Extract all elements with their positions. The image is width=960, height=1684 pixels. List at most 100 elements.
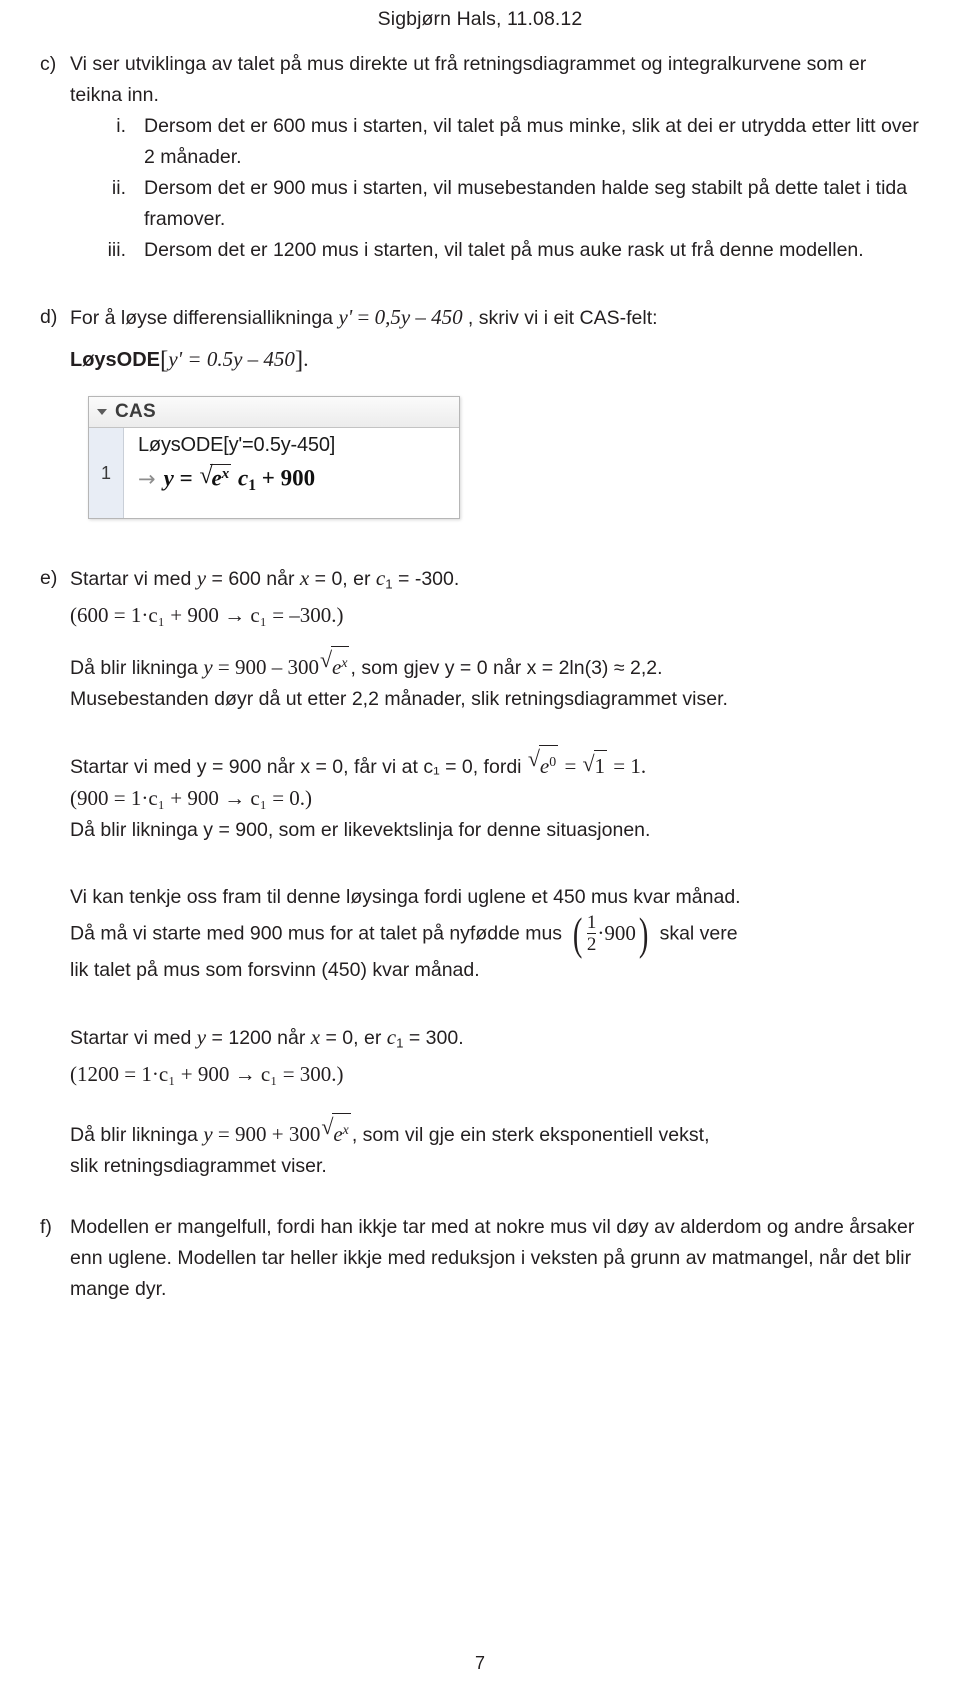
list-item-marker: iii.	[107, 239, 126, 261]
section-d-text-after: , skriv vi i eit CAS-felt:	[467, 307, 658, 329]
section-c-marker: c)	[40, 53, 57, 75]
section-d-command-line: LøysODE[y' = 0.5y – 450].	[40, 344, 920, 376]
section-c-intro: Vi ser utviklinga av talet på mus direkt…	[70, 53, 867, 106]
radicand-exponent: x	[221, 465, 230, 482]
text-fragment: Startar vi med y = 900 når x = 0, får vi…	[70, 755, 522, 778]
section-e-case900-result: Då blir likninga y = 900, som er likevek…	[70, 818, 651, 841]
section-c: c) Vi ser utviklinga av talet på mus dir…	[40, 49, 920, 111]
variable-y: y	[196, 566, 207, 590]
equation-rhs: 0,5y – 450	[374, 305, 463, 329]
output-equals: =	[179, 465, 193, 491]
section-e-case600-result-line: Då blir likninga y = 900 – 300ex, som gj…	[40, 644, 920, 684]
fraction-factor: 900	[604, 921, 636, 946]
list-item: i. Dersom det er 600 mus i starten, vil …	[64, 111, 920, 173]
section-f: f) Modellen er mangelfull, fordi han ikk…	[40, 1212, 920, 1305]
fraction-denominator: 2	[586, 933, 597, 956]
cas-output-row: → y = ex c1 + 900	[138, 462, 449, 495]
section-d-text-before: For å løyse differensiallikninga	[70, 307, 334, 329]
section-e-case900-calc: (900 = 1·c₁ + 900 → c₁ = 0.)	[70, 783, 312, 815]
command-name: LøysODE	[70, 349, 161, 371]
bracket-close: ]	[294, 347, 304, 374]
list-item-text: Dersom det er 900 mus i starten, vil mus…	[144, 177, 908, 230]
section-e-marker: e)	[40, 567, 58, 589]
output-coefficient: c	[238, 465, 249, 491]
section-d-marker: d)	[40, 306, 58, 328]
section-d-equation: y' = 0,5y – 450	[338, 305, 467, 329]
cas-output-expression: y = ex c1 + 900	[163, 462, 316, 495]
text-fragment: = 0, er	[309, 568, 376, 590]
explanation-line-3: lik talet på mus som forsvinn (450) kvar…	[70, 959, 480, 982]
section-e-case900-intro: Startar vi med y = 900 når x = 0, får vi…	[70, 743, 646, 783]
fraction-group: ( 1 2 · 900 )	[570, 907, 651, 959]
section-e-case600-line1: Startar vi med y = 600 når x = 0, er c1 …	[70, 563, 459, 600]
section-e-case600-result: Då blir likninga y = 900 – 300ex, som gj…	[70, 644, 663, 684]
section-e-case1200-result-line2: slik retningsdiagrammet viser.	[40, 1151, 920, 1182]
text-fragment: , som vil gje ein sterk eksponentiell ve…	[351, 1123, 710, 1146]
page-number: 7	[474, 1653, 485, 1673]
cas-body: 1 LøysODE[y'=0.5y-450] → y = ex c1 + 900	[89, 428, 459, 518]
output-coefficient-subscript: 1	[248, 476, 257, 494]
text-fragment: Startar vi med	[70, 568, 197, 590]
list-item-marker: i.	[116, 115, 126, 137]
section-e-case600-conclusion-line: Musebestanden døyr då ut etter 2,2 månad…	[40, 684, 920, 715]
section-d-command: LøysODE[y' = 0.5y – 450].	[70, 344, 309, 376]
sqrt-icon: ex	[320, 644, 350, 683]
calculation-expression: (1200 = 1·c₁ + 900 → c₁ = 300.)	[70, 1061, 344, 1086]
section-e-case600-calc: (600 = 1·c₁ + 900 → c₁ = –300.)	[70, 600, 344, 632]
fraction-numerator: 1	[586, 911, 597, 933]
sqrt-icon: 1	[583, 748, 608, 782]
section-e-case1200-result: Då blir likninga y = 900 + 300ex, som vi…	[70, 1111, 710, 1151]
section-e-case1200-result-continued: slik retningsdiagrammet viser.	[70, 1154, 327, 1177]
cas-cell[interactable]: LøysODE[y'=0.5y-450] → y = ex c1 + 900	[124, 428, 459, 518]
section-e-case1200-line1: Startar vi med y = 1200 når x = 0, er c1…	[40, 1022, 920, 1059]
cas-panel: CAS 1 LøysODE[y'=0.5y-450] → y = ex c1 +	[88, 396, 460, 519]
calculation-expression: (600 = 1·c₁ + 900 → c₁ = –300.)	[70, 602, 344, 627]
arrow-right-icon: →	[138, 467, 156, 492]
variable-c1: c	[375, 566, 386, 590]
section-f-text: Modellen er mangelfull, fordi han ikkje …	[70, 1215, 915, 1300]
text-fragment: Då blir likninga	[70, 1123, 198, 1146]
equation-operator: =	[357, 305, 370, 329]
section-e-case1200-result-line: Då blir likninga y = 900 + 300ex, som vi…	[40, 1111, 920, 1151]
sqrt-icon: ex	[199, 462, 232, 492]
paren-close: )	[638, 907, 649, 959]
text-fragment: skal vere	[659, 921, 738, 944]
section-c-list: i. Dersom det er 600 mus i starten, vil …	[64, 111, 920, 266]
case900-math: e0 = 1 = 1.	[527, 743, 646, 779]
output-plus: +	[261, 465, 275, 491]
list-item: ii. Dersom det er 900 mus i starten, vil…	[64, 173, 920, 235]
sqrt-icon: ex	[321, 1111, 351, 1150]
paren-open: (	[573, 907, 583, 959]
section-e-explanation-line2: Då må vi starte med 900 mus for at talet…	[40, 907, 920, 959]
output-lhs: y	[163, 465, 174, 491]
document-header: Sigbjørn Hals, 11.08.12	[377, 8, 583, 30]
cas-input-row[interactable]: LøysODE[y'=0.5y-450]	[138, 434, 449, 457]
list-item-text: Dersom det er 600 mus i starten, vil tal…	[144, 115, 919, 168]
section-e-case1200-calc-line: (1200 = 1·c₁ + 900 → c₁ = 300.)	[40, 1059, 920, 1091]
list-item: iii. Dersom det er 1200 mus i starten, v…	[64, 235, 920, 266]
chevron-down-icon[interactable]	[97, 409, 107, 415]
cas-title: CAS	[115, 401, 157, 422]
text-fragment: = -300.	[392, 568, 460, 590]
cas-screenshot: CAS 1 LøysODE[y'=0.5y-450] → y = ex c1 +	[88, 396, 460, 519]
equation-lhs: y'	[338, 305, 353, 329]
result-equation: y = 900 – 300ex	[203, 644, 350, 679]
section-e-case1200-calc: (1200 = 1·c₁ + 900 → c₁ = 300.)	[70, 1059, 344, 1091]
section-e: e) Startar vi med y = 600 når x = 0, er …	[40, 563, 920, 600]
multiplication-operator: ·	[597, 921, 605, 946]
cas-titlebar[interactable]: CAS	[89, 397, 459, 428]
explanation-line-2: Då må vi starte med 900 mus for at talet…	[70, 907, 738, 959]
text-fragment: Då blir likninga	[70, 656, 198, 679]
section-e-explanation-line3: lik talet på mus som forsvinn (450) kvar…	[40, 955, 920, 986]
output-constant: 900	[280, 465, 316, 491]
section-e-case900-result-line: Då blir likninga y = 900, som er likevek…	[40, 815, 920, 846]
section-e-case600-conclusion: Musebestanden døyr då ut etter 2,2 månad…	[70, 687, 728, 710]
text-fragment: Då må vi starte med 900 mus for at talet…	[70, 921, 563, 944]
variable-x: x	[299, 566, 310, 590]
calculation-expression: (900 = 1·c₁ + 900 → c₁ = 0.)	[70, 785, 313, 810]
command-argument: y' = 0.5y – 450	[168, 347, 295, 371]
document-page: Sigbjørn Hals, 11.08.12 c) Vi ser utvikl…	[0, 0, 960, 1684]
result-equation: y = 900 + 300ex	[203, 1111, 352, 1146]
text-fragment: = 600 når	[206, 568, 300, 590]
section-d-body: For å løyse differensiallikninga y' = 0,…	[70, 302, 658, 334]
